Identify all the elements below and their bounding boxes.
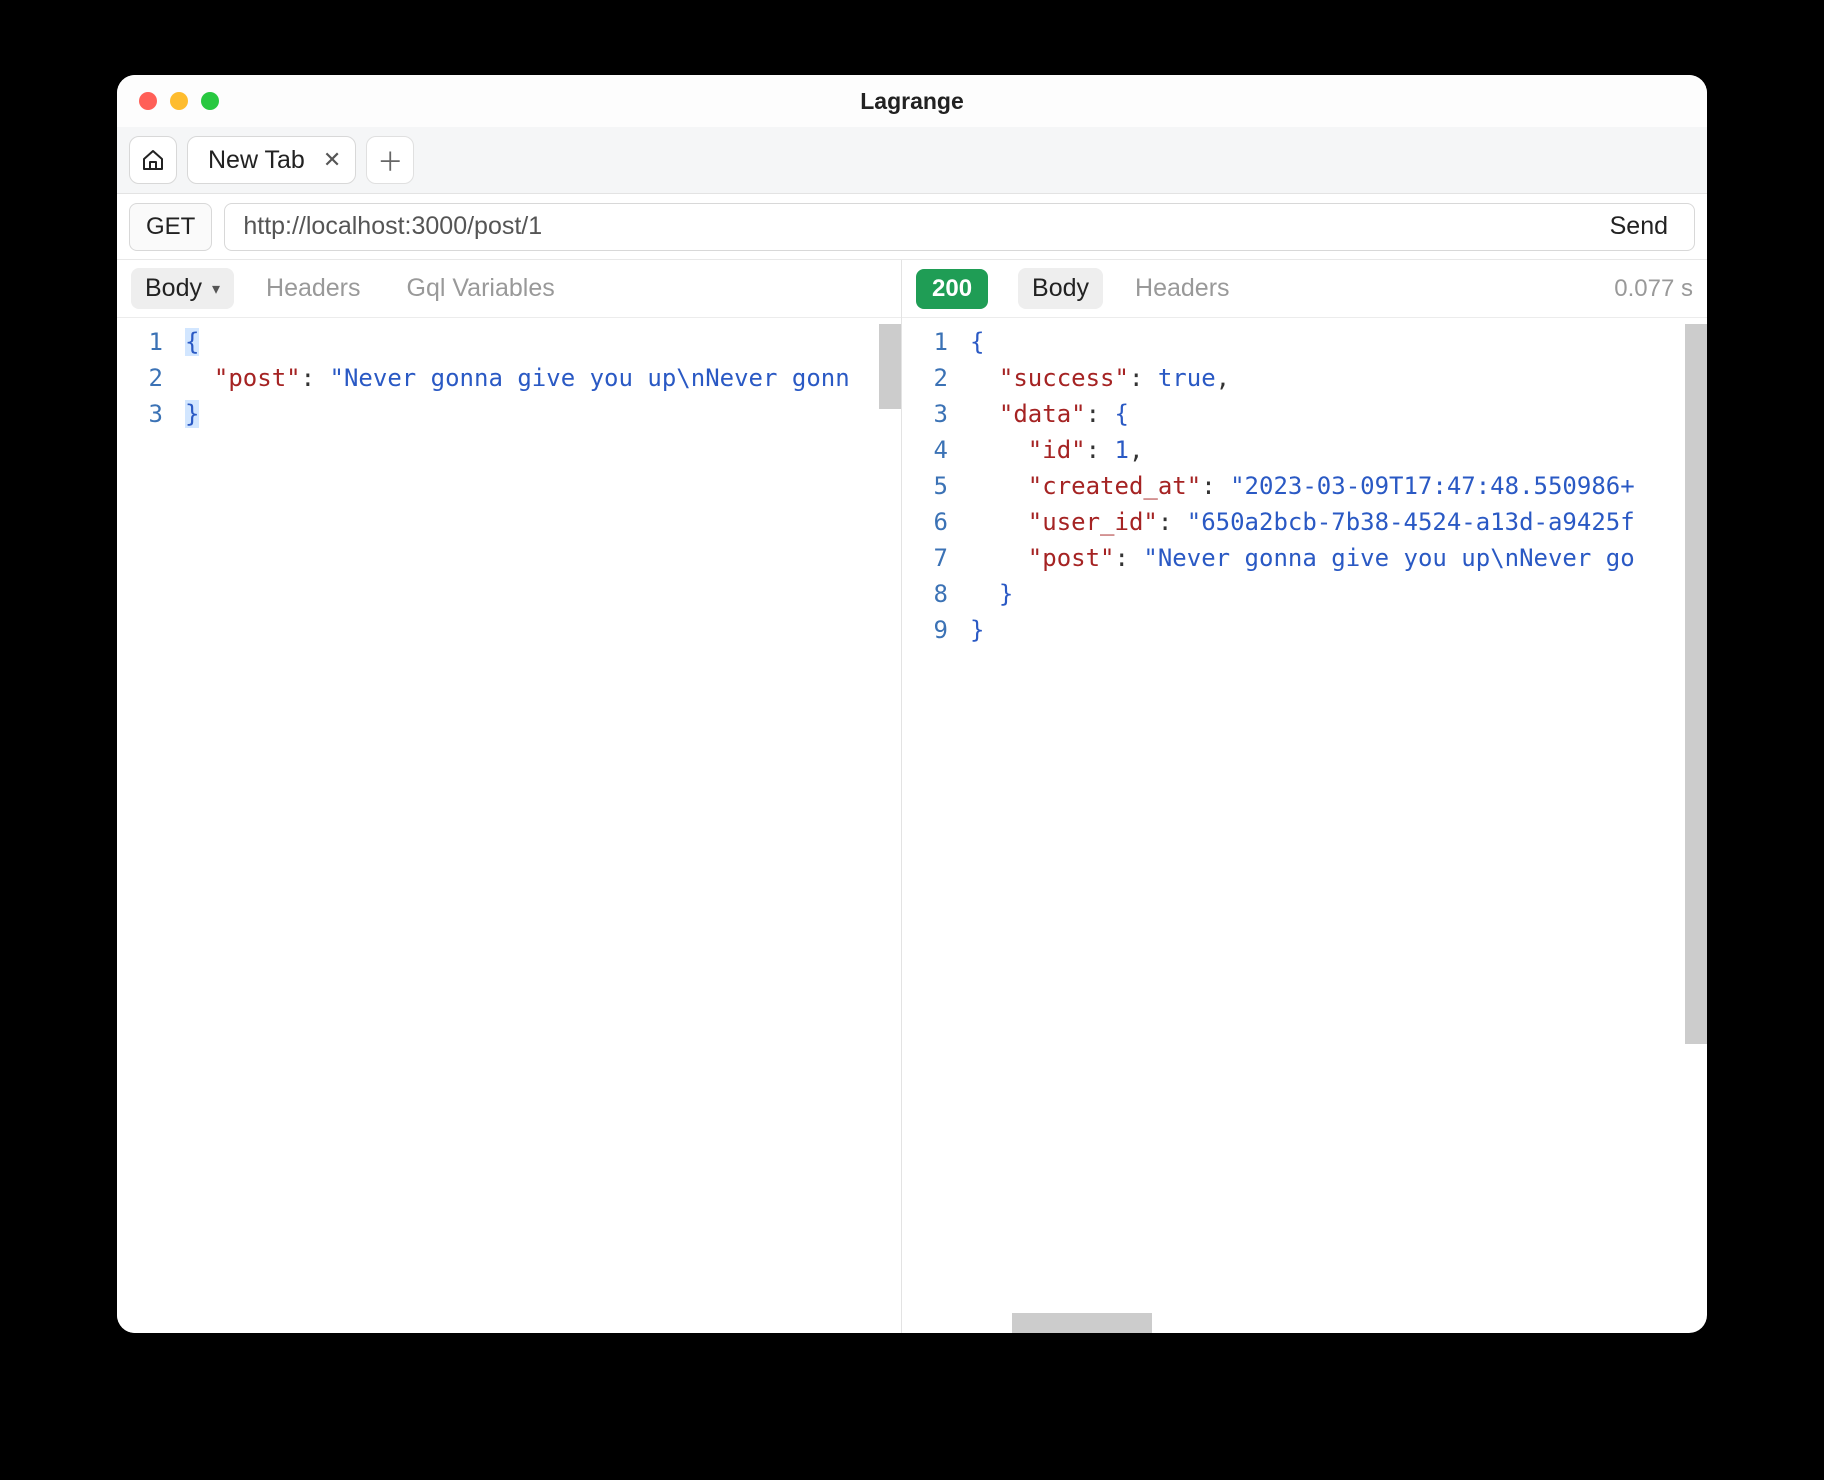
chevron-down-icon: ▾ [212,279,220,299]
scrollbar-vertical[interactable] [879,324,901,409]
url-value: http://localhost:3000/post/1 [243,212,542,241]
line-gutter: 123 [117,318,177,1333]
traffic-lights [117,92,219,110]
status-badge: 200 [916,269,988,309]
home-icon [141,148,165,172]
request-tab-body[interactable]: Body ▾ [131,268,234,309]
new-tab-button[interactable]: ＋ [366,136,414,184]
response-timing: 0.077 s [1614,275,1693,303]
url-bar-row: GET http://localhost:3000/post/1 Send [117,194,1707,260]
response-pane: 200 Body Headers 0.077 s 123456789 { "su… [902,260,1707,1333]
request-tab-headers[interactable]: Headers [252,268,375,309]
tab-label: Headers [1135,274,1230,303]
request-body-editor[interactable]: 123 { "post": "Never gonna give you up\n… [117,318,901,1333]
tab-label: New Tab [208,146,305,175]
code-area[interactable]: { "post": "Never gonna give you up\nNeve… [177,318,901,1333]
close-window-button[interactable] [139,92,157,110]
request-tab-gql-variables[interactable]: Gql Variables [393,268,569,309]
request-pane-tabs: Body ▾ Headers Gql Variables [117,260,901,318]
window-title: Lagrange [860,88,964,115]
tab-active[interactable]: New Tab ✕ [187,136,356,184]
app-window: Lagrange New Tab ✕ ＋ GET http://localhos… [117,75,1707,1333]
request-pane: Body ▾ Headers Gql Variables 123 { "post… [117,260,902,1333]
line-gutter: 123456789 [902,318,962,1333]
panes: Body ▾ Headers Gql Variables 123 { "post… [117,260,1707,1333]
response-tab-headers[interactable]: Headers [1121,268,1244,309]
scrollbar-vertical[interactable] [1685,324,1707,1044]
home-button[interactable] [129,136,177,184]
code-area: { "success": true, "data": { "id": 1, "c… [962,318,1707,1333]
tab-label: Gql Variables [407,274,555,303]
maximize-window-button[interactable] [201,92,219,110]
tab-label: Body [1032,274,1089,303]
titlebar: Lagrange [117,75,1707,127]
http-method-select[interactable]: GET [129,203,212,251]
response-body-viewer[interactable]: 123456789 { "success": true, "data": { "… [902,318,1707,1333]
send-button[interactable]: Send [1610,212,1676,241]
url-input[interactable]: http://localhost:3000/post/1 Send [224,203,1695,251]
response-pane-tabs: 200 Body Headers 0.077 s [902,260,1707,318]
http-method-value: GET [146,213,195,241]
close-tab-button[interactable]: ✕ [323,149,341,171]
tab-bar: New Tab ✕ ＋ [117,127,1707,194]
minimize-window-button[interactable] [170,92,188,110]
tab-label: Headers [266,274,361,303]
scrollbar-horizontal[interactable] [1012,1313,1152,1333]
tab-label: Body [145,274,202,303]
response-tab-body[interactable]: Body [1018,268,1103,309]
